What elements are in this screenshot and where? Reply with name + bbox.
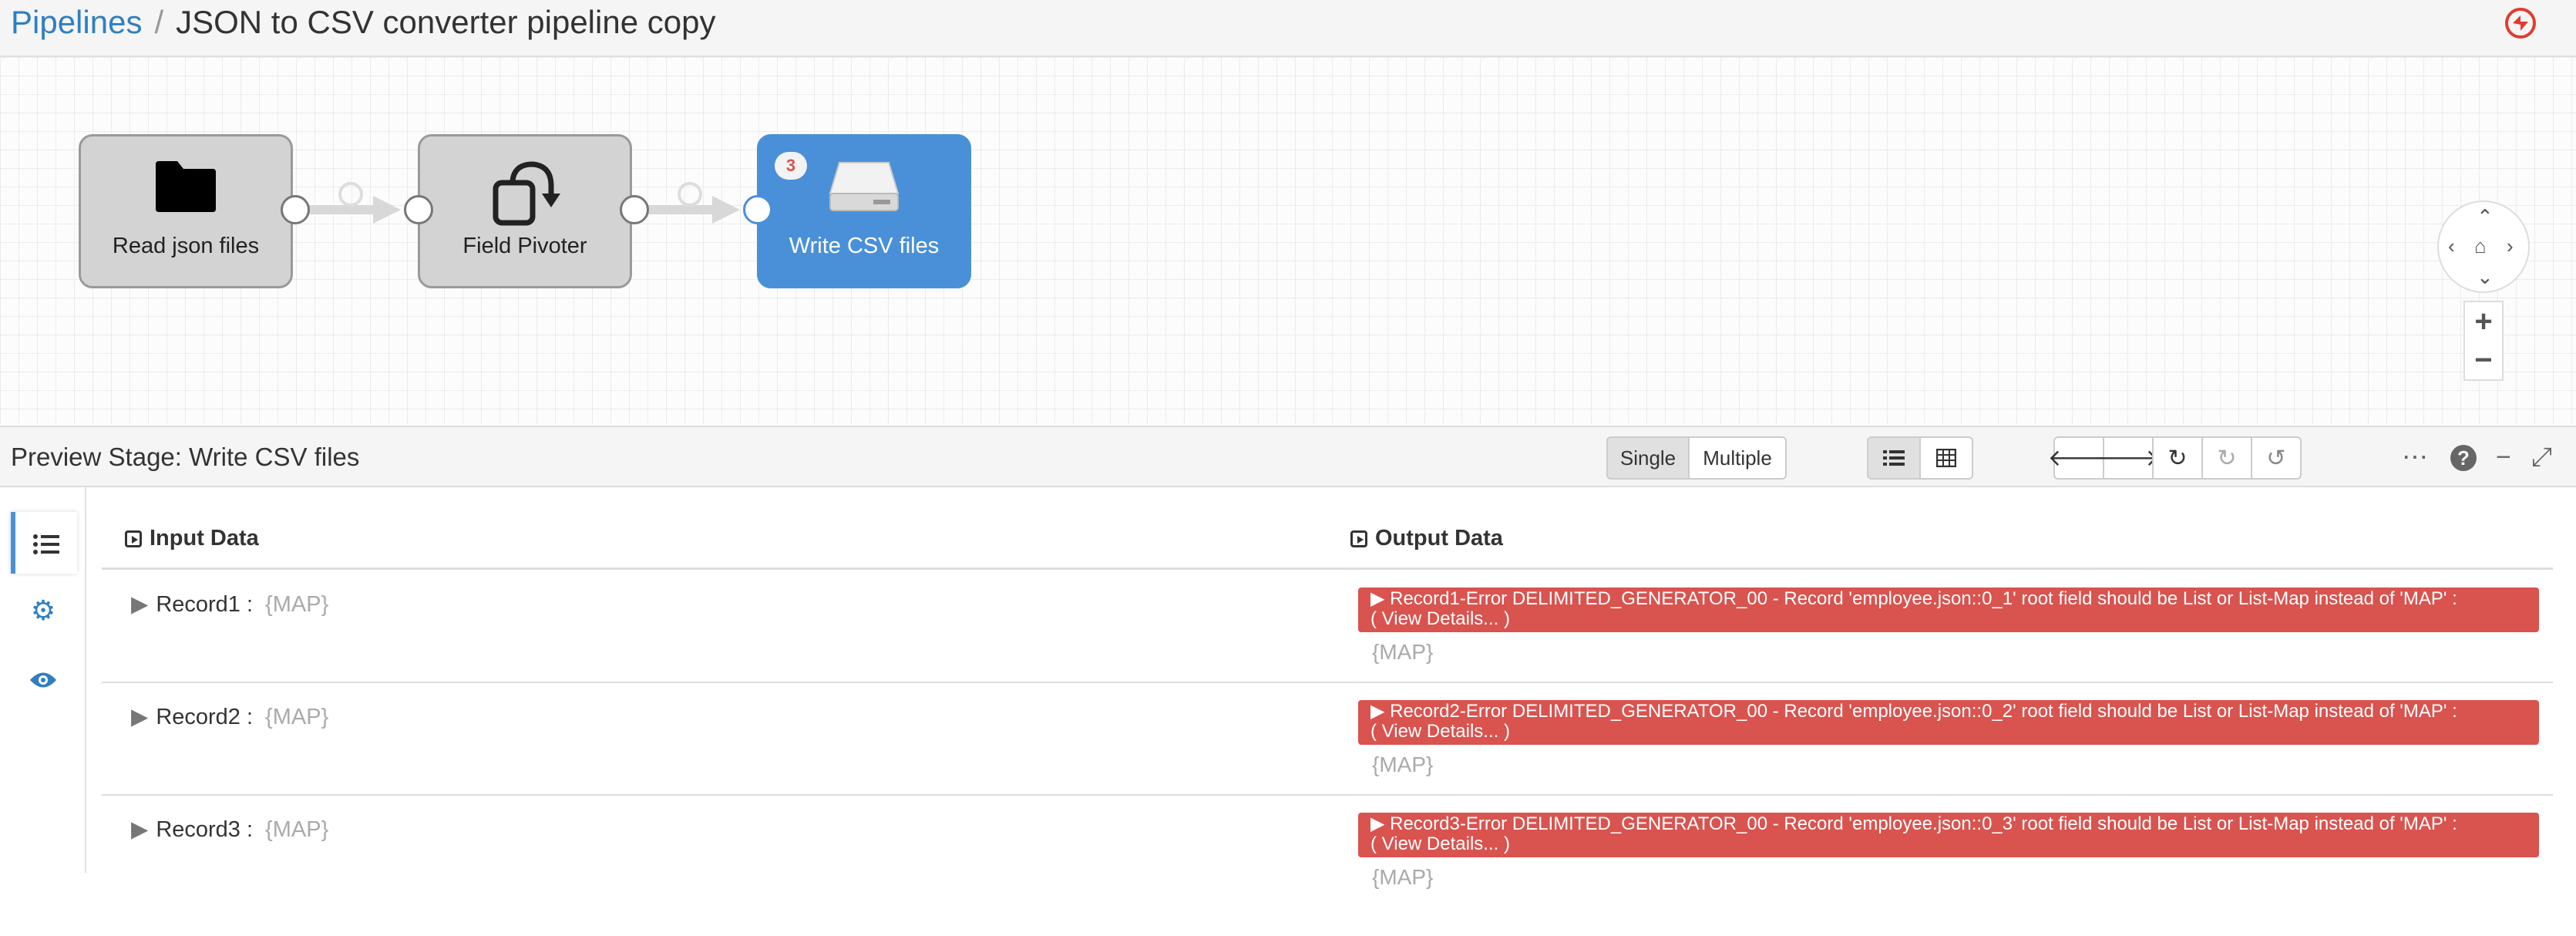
gear-icon: ⚙: [30, 594, 56, 626]
auto-refresh-button[interactable]: ↻: [2201, 436, 2252, 480]
view-details-link[interactable]: ( View Details... ): [1370, 722, 2531, 742]
view-details-link[interactable]: ( View Details... ): [1370, 609, 2531, 629]
record-mode-toggle: Single Multiple: [1606, 436, 1787, 480]
breadcrumb: Pipelines / JSON to CSV converter pipeline…: [11, 3, 715, 42]
output-port[interactable]: [281, 195, 310, 224]
disk-icon: [829, 162, 900, 211]
home-icon[interactable]: ⌂: [2474, 236, 2487, 256]
reset-button[interactable]: ↺: [2251, 436, 2302, 480]
record-error-message[interactable]: ▶ Record2-Error DELIMITED_GENERATOR_00 -…: [1358, 700, 2539, 745]
configuration-tab[interactable]: ⚙: [12, 580, 74, 641]
pan-up-icon[interactable]: ⌃: [2477, 207, 2494, 227]
record-row-input[interactable]: ▶ Record2 : {MAP}: [131, 703, 328, 730]
record-value: {MAP}: [265, 705, 329, 729]
page-header: Pipelines / JSON to CSV converter pipeline…: [0, 0, 2576, 57]
pipeline-edges: [308, 182, 740, 224]
record-row-input[interactable]: ▶ Record1 : {MAP}: [131, 591, 328, 618]
output-value: {MAP}: [1372, 753, 1434, 776]
table-icon: [1936, 449, 1956, 467]
record-error-message[interactable]: ▶ Record3-Error DELIMITED_GENERATOR_00 -…: [1358, 813, 2539, 857]
error-text: ▶ Record2-Error DELIMITED_GENERATOR_00 -…: [1370, 701, 2457, 722]
record-name: Record1 :: [156, 592, 254, 617]
preview-sidebar: ⚙: [0, 487, 86, 873]
pan-down-icon[interactable]: ⌄: [2477, 267, 2494, 287]
page-title: JSON to CSV converter pipeline copy: [176, 4, 716, 40]
header-divider: [102, 567, 2553, 570]
play-square-icon: [1350, 530, 1367, 547]
records-tab[interactable]: [11, 512, 77, 574]
arrow-right-icon: 🡒: [2097, 446, 2160, 471]
record-row-input[interactable]: ▶ Record3 : {MAP}: [131, 816, 328, 843]
output-data-label: Output Data: [1375, 526, 1503, 550]
next-stage-button[interactable]: 🡒: [2097, 436, 2159, 480]
zoom-out-icon[interactable]: −: [2465, 341, 2502, 379]
output-value: {MAP}: [1372, 865, 1434, 889]
edge-1[interactable]: [308, 182, 401, 224]
pipeline-canvas[interactable]: Read json files Field Pivoter 3 Write CS…: [0, 57, 2576, 424]
help-icon[interactable]: ?: [2450, 444, 2477, 472]
eye-icon: [30, 672, 56, 688]
error-text: ▶ Record3-Error DELIMITED_GENERATOR_00 -…: [1370, 813, 2457, 834]
minimize-icon[interactable]: −: [2496, 444, 2511, 470]
pan-control[interactable]: ⌃ ‹ ⌂ › ⌄: [2437, 200, 2530, 293]
record-value: {MAP}: [265, 592, 329, 617]
view-mode-toggle: [1867, 436, 1973, 480]
breadcrumb-pipelines-link[interactable]: Pipelines: [11, 4, 142, 40]
breadcrumb-separator: /: [154, 4, 164, 40]
undo-icon: ↺: [2266, 445, 2286, 471]
error-text: ▶ Record1-Error DELIMITED_GENERATOR_00 -…: [1370, 588, 2457, 609]
view-details-link[interactable]: ( View Details... ): [1370, 834, 2531, 854]
svg-text:?: ?: [2457, 446, 2470, 470]
row-divider: [102, 682, 2553, 683]
single-button[interactable]: Single: [1606, 436, 1690, 480]
input-port[interactable]: [743, 195, 772, 224]
input-data-header[interactable]: Input Data: [125, 526, 259, 551]
expand-icon[interactable]: ⤢: [2531, 444, 2552, 470]
more-icon[interactable]: ⋯: [2402, 444, 2428, 470]
pivot-icon: [493, 161, 560, 226]
input-data-label: Input Data: [150, 526, 259, 550]
play-square-icon: [125, 530, 142, 547]
record-name: Record2 :: [156, 705, 254, 729]
list-icon: [1883, 450, 1905, 466]
stage-badge: 3: [775, 152, 807, 180]
folder-icon: [156, 161, 216, 212]
table-view-button[interactable]: [1919, 436, 1973, 480]
list-icon: [33, 534, 59, 555]
streamsets-logo-icon[interactable]: [2504, 6, 2537, 40]
record-name: Record3 :: [156, 817, 254, 842]
expand-arrow-icon[interactable]: ▶: [131, 592, 148, 617]
output-value: {MAP}: [1372, 640, 1434, 664]
zoom-control: + −: [2463, 301, 2504, 381]
output-data-header[interactable]: Output Data: [1350, 526, 1503, 551]
expand-arrow-icon[interactable]: ▶: [131, 817, 148, 842]
output-port[interactable]: [620, 195, 649, 224]
stage-label: Write CSV files: [789, 234, 940, 258]
expand-arrow-icon[interactable]: ▶: [131, 705, 148, 729]
input-port[interactable]: [404, 195, 433, 224]
stage-write-csv-files[interactable]: 3 Write CSV files: [757, 134, 971, 288]
record-value: {MAP}: [265, 817, 329, 842]
refresh-button[interactable]: ↻: [2152, 436, 2203, 480]
auto-refresh-icon: ↻: [2217, 445, 2237, 471]
list-view-button[interactable]: [1867, 436, 1921, 480]
preview-title: Preview Stage: Write CSV files: [11, 443, 360, 471]
step-controls: 🡐 🡒 ↻ ↻ ↺: [2048, 436, 2302, 480]
pan-right-icon[interactable]: ›: [2507, 236, 2514, 256]
preview-toolbar: Preview Stage: Write CSV files Single Mu…: [0, 426, 2576, 487]
record-error-message[interactable]: ▶ Record1-Error DELIMITED_GENERATOR_00 -…: [1358, 588, 2539, 632]
zoom-in-icon[interactable]: +: [2465, 302, 2502, 341]
stage-field-pivoter[interactable]: Field Pivoter: [418, 134, 632, 288]
pan-left-icon[interactable]: ‹: [2448, 236, 2455, 256]
refresh-icon: ↻: [2167, 445, 2188, 471]
multiple-button[interactable]: Multiple: [1688, 436, 1787, 480]
stage-read-json-files[interactable]: Read json files: [79, 134, 293, 288]
edge-2[interactable]: [647, 182, 740, 224]
row-divider: [102, 794, 2553, 796]
preview-options-tab[interactable]: [12, 648, 74, 709]
stage-label: Read json files: [112, 234, 260, 258]
stage-label: Field Pivoter: [462, 234, 587, 258]
